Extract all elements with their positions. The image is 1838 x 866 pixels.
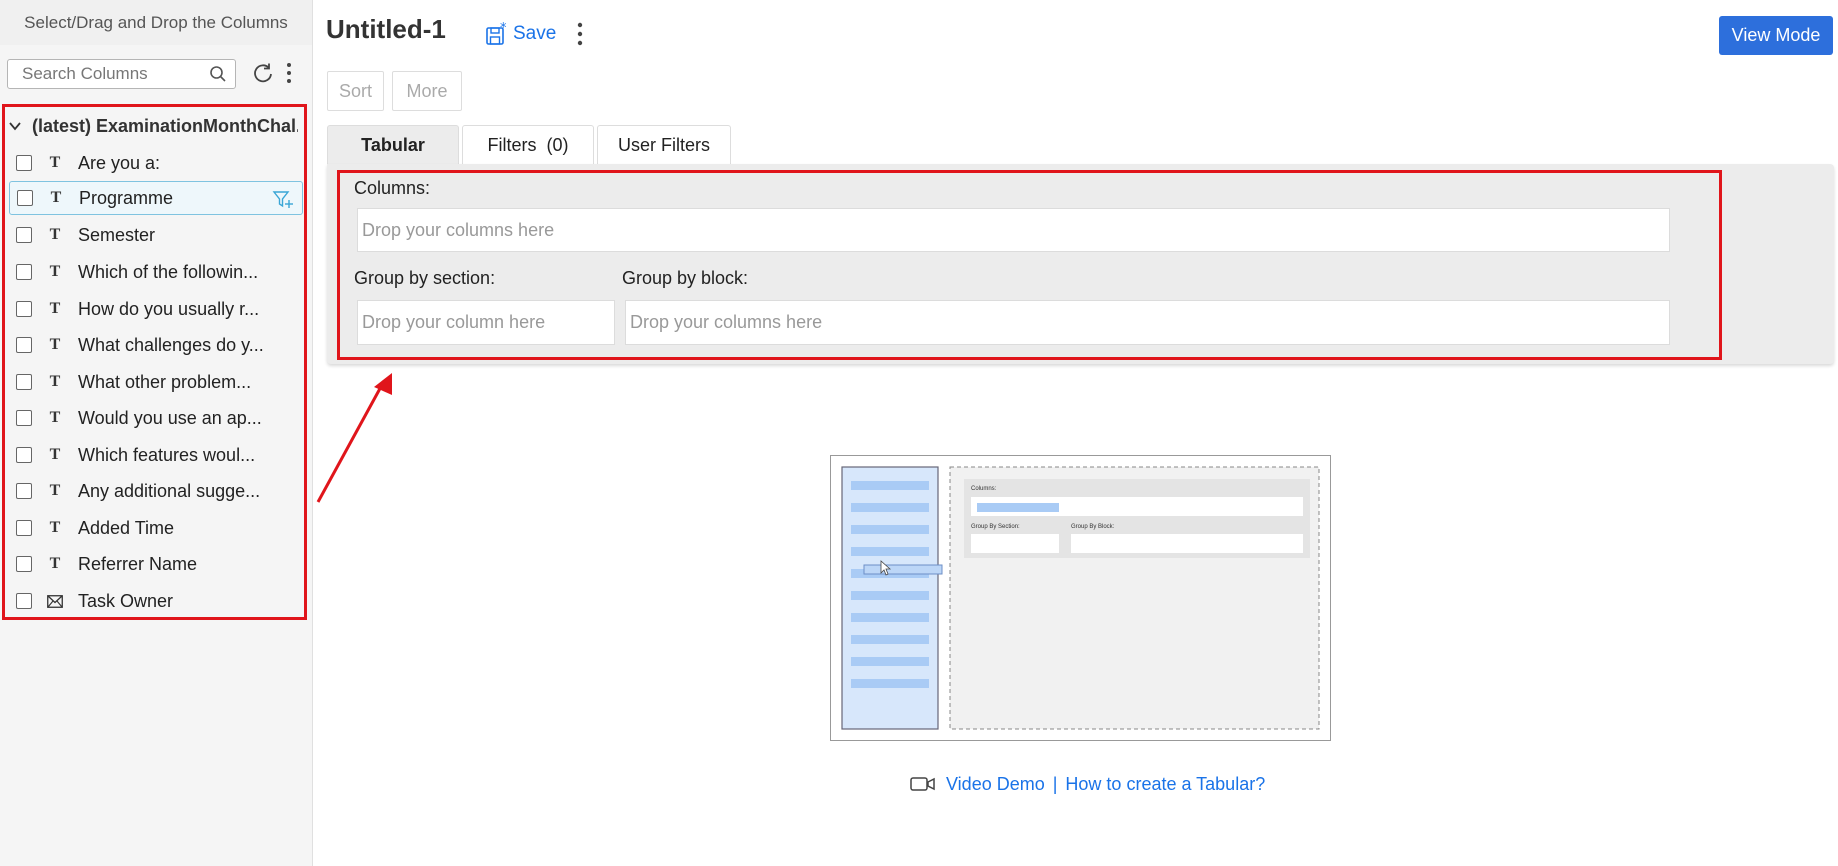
- sidebar-title: Select/Drag and Drop the Columns: [0, 0, 312, 45]
- column-item[interactable]: T Which of the followin...: [9, 255, 303, 289]
- save-icon: *: [486, 22, 507, 45]
- column-item[interactable]: Task Owner: [9, 584, 303, 618]
- column-label: Added Time: [78, 517, 175, 538]
- column-checkbox[interactable]: [16, 593, 32, 609]
- sort-button[interactable]: Sort: [327, 71, 384, 111]
- column-checkbox[interactable]: [17, 190, 33, 206]
- column-item[interactable]: T Added Time: [9, 511, 303, 545]
- column-label: Are you a:: [78, 152, 161, 173]
- column-label: How do you usually r...: [78, 298, 260, 319]
- column-checkbox[interactable]: [16, 227, 32, 243]
- illus-group-block-label: Group By Block:: [1071, 524, 1115, 530]
- text-type-icon: T: [49, 373, 61, 390]
- save-button[interactable]: * Save: [485, 19, 556, 49]
- column-item[interactable]: T Are you a:: [9, 146, 303, 180]
- column-checkbox[interactable]: [16, 301, 32, 317]
- svg-text:*: *: [500, 22, 507, 36]
- column-item[interactable]: T Referrer Name: [9, 547, 303, 581]
- save-label: Save: [513, 23, 557, 44]
- tab-user-filters[interactable]: User Filters: [597, 125, 731, 164]
- column-label: Any additional sugge...: [78, 480, 261, 501]
- text-type-icon: T: [49, 154, 61, 171]
- view-mode-button[interactable]: View Mode: [1719, 16, 1833, 55]
- text-type-icon: T: [50, 189, 62, 206]
- add-filter-icon[interactable]: [272, 189, 294, 209]
- column-checkbox[interactable]: [16, 374, 32, 390]
- text-type-icon: T: [49, 482, 61, 499]
- how-to-link[interactable]: How to create a Tabular?: [1065, 774, 1265, 795]
- tabular-illustration: Columns: Group By Section: Group By Bloc…: [830, 455, 1331, 741]
- table-name: (latest) ExaminationMonthChal...: [32, 115, 298, 136]
- group-block-drop-zone[interactable]: Drop your columns here: [625, 300, 1670, 345]
- columns-sidebar: Select/Drag and Drop the Columns (latest…: [0, 0, 313, 866]
- text-type-icon: T: [49, 409, 61, 426]
- text-type-icon: T: [49, 555, 61, 572]
- more-options-icon[interactable]: [574, 21, 586, 47]
- text-type-icon: T: [49, 263, 61, 280]
- group-section-label: Group by section:: [354, 268, 496, 288]
- column-label: Semester: [78, 224, 156, 245]
- columns-drop-zone[interactable]: Drop your columns here: [357, 208, 1670, 252]
- column-label: What other problem...: [78, 371, 252, 392]
- column-label: Task Owner: [78, 590, 174, 611]
- search-columns-input[interactable]: [20, 60, 209, 88]
- text-type-icon: T: [49, 519, 61, 536]
- group-block-label: Group by block:: [622, 268, 749, 288]
- tab-tabular[interactable]: Tabular: [327, 125, 459, 164]
- search-icon[interactable]: [209, 65, 227, 83]
- illus-group-section-label: Group By Section:: [971, 524, 1020, 530]
- column-item[interactable]: T Any additional sugge...: [9, 474, 303, 508]
- columns-label: Columns:: [354, 178, 431, 198]
- link-separator: |: [1052, 773, 1058, 794]
- illustration-graphic: Columns: Group By Section: Group By Bloc…: [841, 466, 1320, 730]
- column-checkbox[interactable]: [16, 520, 32, 536]
- column-item[interactable]: T Programme: [9, 181, 303, 215]
- video-camera-icon: [910, 777, 935, 791]
- video-demo-link[interactable]: Video Demo: [946, 774, 1045, 795]
- column-label: Which of the followin...: [78, 261, 259, 282]
- text-type-icon: T: [49, 336, 61, 353]
- column-checkbox[interactable]: [16, 483, 32, 499]
- column-item[interactable]: T What challenges do y...: [9, 328, 303, 362]
- column-item[interactable]: T Would you use an ap...: [9, 401, 303, 435]
- column-label: Would you use an ap...: [78, 407, 262, 428]
- chevron-down-icon[interactable]: [8, 119, 22, 133]
- column-item[interactable]: T What other problem...: [9, 365, 303, 399]
- refresh-icon[interactable]: [252, 62, 274, 84]
- sidebar-more-options-icon[interactable]: [283, 61, 295, 85]
- text-type-icon: T: [49, 226, 61, 243]
- text-type-icon: T: [49, 300, 61, 317]
- column-checkbox[interactable]: [16, 410, 32, 426]
- email-type-icon: [46, 594, 64, 608]
- column-item[interactable]: T Which features woul...: [9, 438, 303, 472]
- table-tree-header[interactable]: (latest) ExaminationMonthChal...: [8, 110, 298, 142]
- column-checkbox[interactable]: [16, 447, 32, 463]
- column-checkbox[interactable]: [16, 264, 32, 280]
- column-label: Programme: [79, 187, 174, 208]
- column-label: Referrer Name: [78, 553, 198, 574]
- column-checkbox[interactable]: [16, 556, 32, 572]
- column-label: What challenges do y...: [78, 334, 264, 355]
- column-item[interactable]: T How do you usually r...: [9, 292, 303, 326]
- text-type-icon: T: [49, 446, 61, 463]
- report-title[interactable]: Untitled-1: [326, 14, 446, 45]
- group-section-drop-zone[interactable]: Drop your column here: [357, 300, 615, 345]
- annotation-arrow: [316, 373, 392, 503]
- more-button[interactable]: More: [392, 71, 462, 111]
- column-checkbox[interactable]: [16, 155, 32, 171]
- help-links: Video Demo | How to create a Tabular?: [910, 770, 1265, 798]
- illus-columns-label: Columns:: [971, 486, 997, 492]
- tab-filters[interactable]: Filters (0): [462, 125, 594, 164]
- column-item[interactable]: T Semester: [9, 218, 303, 252]
- column-checkbox[interactable]: [16, 337, 32, 353]
- search-columns-field[interactable]: [7, 59, 236, 89]
- column-label: Which features woul...: [78, 444, 256, 465]
